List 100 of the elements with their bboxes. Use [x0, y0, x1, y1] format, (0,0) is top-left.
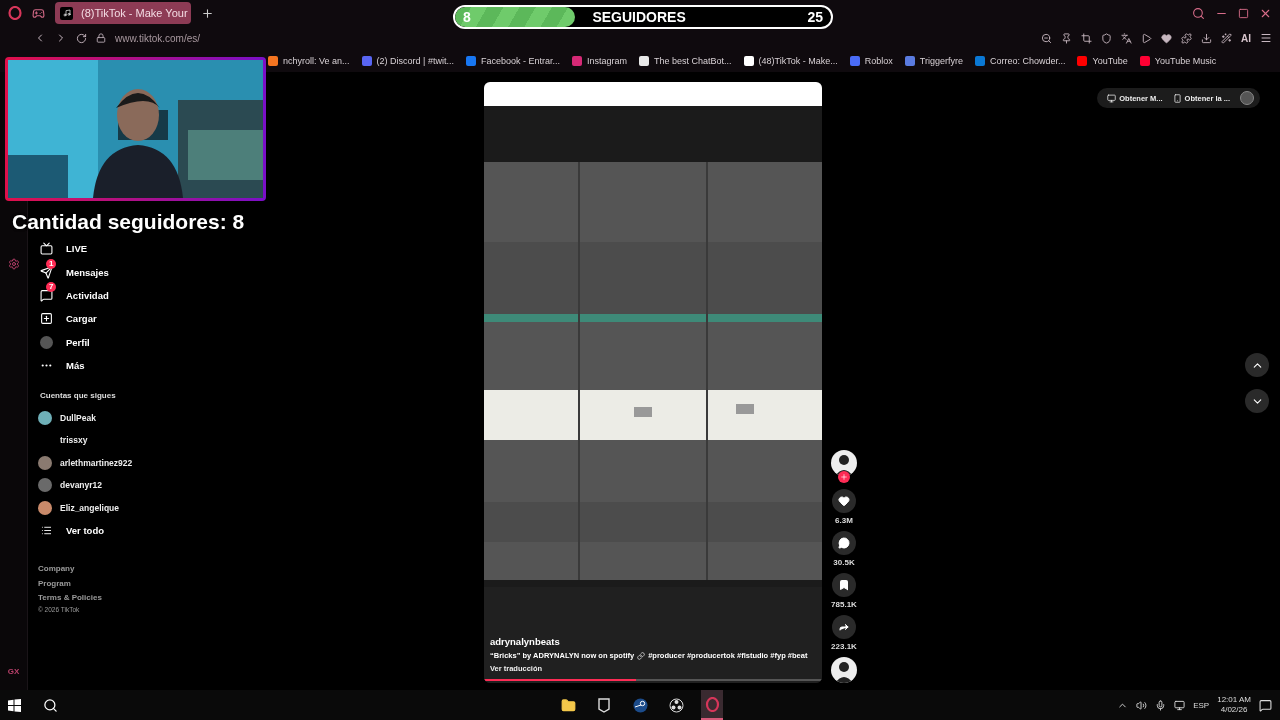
menu-icon[interactable] [1260, 32, 1272, 44]
sidebar-item[interactable]: Más [38, 353, 270, 378]
save-button[interactable] [832, 573, 856, 597]
translate-icon[interactable] [1121, 32, 1132, 44]
follower-count-overlay: Cantidad seguidores: 8 [12, 210, 245, 234]
browser-logo[interactable] [8, 6, 22, 20]
message-icon [39, 288, 53, 302]
sidebar-label: Mensajes [66, 266, 109, 278]
bookmark-link[interactable]: YouTube Music [1139, 56, 1217, 66]
shield-icon [598, 697, 610, 713]
tv-icon [39, 242, 53, 256]
folder-icon [560, 697, 576, 713]
send-icon [39, 265, 53, 279]
url-field[interactable]: www.tiktok.com/es/ [115, 32, 201, 44]
sidebar-label: Cargar [66, 313, 97, 325]
action-count: 30.5K [833, 558, 855, 567]
sidebar-label: Perfil [66, 336, 90, 348]
taskbar-clock[interactable]: 12:01 AM 4/02/26 [1217, 695, 1251, 715]
monitor-icon [1107, 93, 1117, 103]
bookmark-link[interactable]: (2) Discord | #twit... [361, 56, 454, 66]
search-icon[interactable] [43, 697, 58, 713]
wand-icon[interactable] [1221, 32, 1232, 44]
goal-label: SEGUIDORES [591, 9, 687, 25]
lock-icon [96, 33, 106, 43]
heart-icon [838, 495, 850, 507]
account-item[interactable]: devanyr12 [38, 473, 270, 497]
rail-label: GX [7, 667, 20, 676]
comment-button[interactable] [832, 531, 856, 555]
speaker-icon[interactable] [1136, 699, 1148, 711]
sidebar-item[interactable]: Perfil [38, 330, 270, 354]
sidebar-item[interactable]: Cargar [38, 307, 270, 331]
account-name: devanyr12 [60, 480, 103, 491]
account-item[interactable]: arlethmartinez922 [38, 451, 270, 474]
goal-target: 25 [806, 9, 824, 25]
sidebar-item[interactable]: LIVE [38, 237, 270, 261]
sidebar-item[interactable]: 7 Actividad [38, 283, 270, 308]
bookmark-link[interactable]: Roblox [849, 56, 893, 66]
footer-link[interactable]: Program [38, 576, 270, 592]
account-item[interactable]: Eliz_angelique [38, 496, 270, 519]
download-icon[interactable] [1201, 32, 1212, 44]
creator-avatar[interactable] [831, 450, 857, 483]
profile-avatar[interactable] [1240, 91, 1254, 105]
windows-icon[interactable] [8, 698, 21, 712]
footer-link[interactable]: Terms & Policies [38, 591, 270, 606]
sidebar-label: Actividad [66, 289, 109, 301]
action-count: 6.3M [835, 516, 853, 525]
heart-icon[interactable] [1161, 32, 1172, 44]
comment-icon [838, 537, 850, 549]
bookmark-link[interactable]: (48)TikTok - Make... [743, 56, 838, 66]
previous-video-button[interactable] [1245, 353, 1269, 377]
bookmark-link[interactable]: The best ChatBot... [639, 56, 732, 66]
account-item[interactable]: trissxy [38, 428, 270, 452]
bookmark-link[interactable]: Correo: Chowder... [974, 56, 1066, 66]
extensions-icon[interactable] [1181, 32, 1192, 44]
next-video-button[interactable] [1245, 389, 1269, 413]
bookmark-link[interactable]: Facebook - Entrar... [465, 56, 560, 66]
network-icon[interactable] [1174, 699, 1186, 711]
mic-icon[interactable] [1155, 699, 1167, 711]
maximize-icon[interactable] [1238, 7, 1249, 19]
sidebar-label: LIVE [66, 243, 88, 255]
goal-count: 8 [462, 9, 472, 25]
bookmark-link[interactable]: YouTube [1077, 56, 1128, 66]
account-name: arlethmartinez922 [60, 457, 133, 468]
sidebar-item[interactable]: 1 Mensajes [38, 260, 270, 284]
ai-label[interactable]: AI [1241, 32, 1251, 44]
crop-icon[interactable] [1081, 32, 1092, 44]
bookmark-link[interactable]: Triggerfyre [904, 56, 963, 66]
browser-tab[interactable]: (8)TikTok - Make Your [55, 2, 191, 24]
play-icon[interactable] [1141, 32, 1152, 44]
bookmark-link[interactable]: Instagram [571, 56, 627, 66]
shield-icon[interactable] [1101, 32, 1112, 44]
action-count: 785.1K [831, 600, 857, 609]
footer-link[interactable]: Company [38, 562, 270, 577]
language-indicator[interactable]: ESP [1193, 700, 1210, 710]
notification-badge: 7 [46, 281, 57, 292]
section-title: Cuentas que sigues [40, 391, 117, 401]
list-icon [40, 525, 52, 537]
account-item[interactable]: DullPeak [38, 406, 270, 429]
sound-disc[interactable] [831, 657, 857, 683]
gamepad-icon[interactable] [32, 6, 45, 20]
link-icon [637, 651, 646, 660]
bookmark-icon [838, 579, 850, 591]
see-all-label: Ver todo [66, 525, 104, 537]
account-name: Eliz_angelique [60, 502, 120, 513]
see-all-link[interactable]: Ver todo [38, 518, 270, 543]
pin-icon[interactable] [1061, 32, 1072, 44]
video-author[interactable]: adrynalynbeats [490, 636, 816, 647]
zoom-out-icon[interactable] [1041, 32, 1052, 44]
share-button[interactable] [832, 615, 856, 639]
follow-icon [840, 473, 848, 481]
like-button[interactable] [832, 489, 856, 513]
bookmark-link[interactable]: nchyroll: Ve an... [268, 56, 350, 66]
notifications-icon[interactable] [1259, 698, 1272, 712]
settings-icon[interactable] [7, 258, 20, 270]
account-name: trissxy [60, 435, 88, 446]
avatar [39, 335, 53, 349]
action-count: 223.1K [831, 642, 857, 651]
sidebar-label: Más [66, 360, 85, 372]
reload-icon[interactable] [76, 32, 87, 44]
new-tab-icon[interactable] [201, 6, 214, 20]
